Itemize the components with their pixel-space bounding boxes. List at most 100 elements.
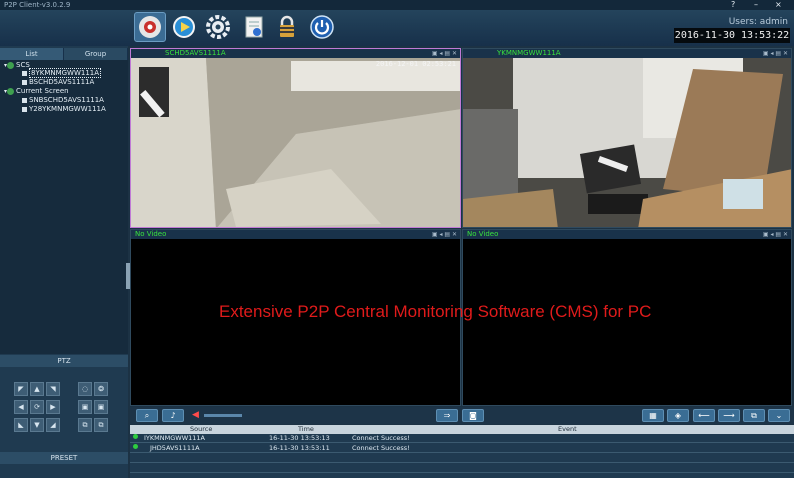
power-icon — [310, 15, 334, 39]
lock-icon — [280, 15, 294, 37]
video-toolbar-icons[interactable]: ▣ ◂ ▤ ✕ — [432, 50, 457, 57]
video-title: SCHD5AVS1111A — [131, 49, 460, 58]
cell-time: 16-11-30 13:53:13 — [269, 434, 330, 442]
video-frame-2 — [463, 58, 791, 227]
status-dot — [133, 434, 138, 439]
camera-icon — [22, 79, 27, 85]
talk-button[interactable]: ♪ — [162, 409, 184, 422]
tree-item[interactable]: SNBSCHD5AVS1111A — [22, 96, 104, 105]
tab-list[interactable]: List — [0, 48, 64, 60]
speaker-icon[interactable]: ◀ — [192, 410, 199, 420]
device-panel: List Group ▾ SCS 8YKMNMGWW111A BSCHD5AVS1… — [0, 46, 128, 478]
help-button[interactable]: ? — [731, 0, 735, 9]
chevron-down-icon: ⌄ — [775, 411, 783, 420]
ptz-up-button[interactable]: ▲ — [30, 382, 44, 396]
record-button[interactable]: ⇒ — [436, 409, 458, 422]
column-header-source: Source — [190, 425, 213, 433]
globe-icon — [7, 87, 15, 95]
column-header-event: Event — [558, 425, 577, 433]
cell-source: IYKMNMGWW111A — [144, 434, 205, 442]
camera-icon — [22, 70, 27, 76]
next-page-button[interactable]: ⟶ — [718, 409, 740, 422]
tree-group-current-screen[interactable]: ▾ Current Screen — [4, 87, 69, 96]
video-title: No Video — [463, 230, 791, 239]
camera-icon — [139, 16, 161, 38]
search-button[interactable]: ⌕ — [136, 409, 158, 422]
video-title: No Video — [131, 230, 460, 239]
table-header: Source Time Event — [130, 425, 794, 434]
ptz-down-button[interactable]: ▼ — [30, 418, 44, 432]
tree-item[interactable]: Y28YKMNMGWW111A — [22, 105, 106, 114]
grid-icon: ▦ — [649, 411, 657, 420]
camera-icon — [22, 106, 27, 112]
search-icon: ⌕ — [144, 411, 150, 420]
video-channel-2[interactable]: YKMNMGWW111A ▣ ◂ ▤ ✕ — [462, 48, 792, 228]
arrow-left-icon: ⟵ — [698, 411, 710, 420]
zoom-out-button[interactable]: ❂ — [94, 382, 108, 396]
promo-overlay-text: Extensive P2P Central Monitoring Softwar… — [219, 302, 652, 321]
logout-button[interactable] — [308, 13, 336, 41]
tree-item[interactable]: BSCHD5AVS1111A — [22, 78, 94, 87]
iris-close-button[interactable]: ⧉ — [94, 418, 108, 432]
camera-icon: ◙ — [469, 411, 477, 420]
app-title: P2P Client-v3.0.2.9 — [4, 1, 71, 9]
ptz-center-button[interactable]: ⟳ — [30, 400, 44, 414]
preset-header[interactable]: PRESET — [0, 452, 128, 464]
title-bar: P2P Client-v3.0.2.9 ? – × — [0, 0, 794, 10]
microphone-icon: ♪ — [170, 411, 176, 420]
settings-button[interactable] — [204, 13, 232, 41]
ptz-up-left-button[interactable]: ◤ — [14, 382, 28, 396]
video-toolbar-icons[interactable]: ▣ ◂ ▤ ✕ — [432, 231, 457, 238]
ptz-up-right-button[interactable]: ◥ — [46, 382, 60, 396]
tree-item[interactable]: 8YKMNMGWW111A — [22, 68, 102, 78]
video-frame-1 — [131, 58, 460, 227]
document-icon — [245, 16, 263, 38]
switch-window-button[interactable]: ⧉ — [743, 409, 765, 422]
live-view-button[interactable] — [134, 12, 166, 42]
video-control-bar: ⌕ ♪ ◀ ⇒ ◙ ▦ ◈ ⟵ ⟶ ⧉ ⌄ — [130, 407, 794, 424]
ptz-down-right-button[interactable]: ◢ — [46, 418, 60, 432]
cell-event: Connect Success! — [352, 444, 410, 452]
video-timestamp: 2016-12-01 02:53:21 — [375, 60, 456, 68]
previous-page-button[interactable]: ⟵ — [693, 409, 715, 422]
lock-button[interactable] — [273, 13, 301, 41]
arrow-right-icon: ⟶ — [723, 411, 735, 420]
globe-icon — [7, 61, 15, 69]
logs-button[interactable] — [240, 13, 268, 41]
minimize-button[interactable]: – — [754, 0, 758, 9]
video-toolbar-icons[interactable]: ▣ ◂ ▤ ✕ — [763, 231, 788, 238]
current-user-label: Users: admin — [728, 17, 788, 27]
video-toolbar-icons[interactable]: ▣ ◂ ▤ ✕ — [763, 50, 788, 57]
gear-icon — [206, 15, 230, 39]
expand-panel-button[interactable]: ⌄ — [768, 409, 790, 422]
iris-open-button[interactable]: ⧉ — [78, 418, 92, 432]
snapshot-button[interactable]: ◙ — [462, 409, 484, 422]
volume-slider[interactable] — [204, 414, 242, 417]
datetime-display: 2016-11-30 13:53:22 — [674, 28, 790, 43]
zoom-in-button[interactable]: ◌ — [78, 382, 92, 396]
camera-icon — [22, 97, 27, 103]
ptz-header[interactable]: PTZ — [0, 355, 128, 367]
play-icon — [173, 16, 195, 38]
table-row[interactable]: IYKMNMGWW111A 16-11-30 13:53:13 Connect … — [130, 434, 794, 443]
focus-near-button[interactable]: ▣ — [78, 400, 92, 414]
table-row[interactable]: JHD5AVS1111A 16-11-30 13:53:11 Connect S… — [130, 444, 794, 453]
close-button[interactable]: × — [775, 0, 782, 9]
ptz-left-button[interactable]: ◀ — [14, 400, 28, 414]
video-channel-1[interactable]: SCHD5AVS1111A ▣ ◂ ▤ ✕ 2016-12-01 02:53:2… — [130, 48, 461, 228]
cell-time: 16-11-30 13:53:11 — [269, 444, 330, 452]
fullscreen-button[interactable]: ◈ — [667, 409, 689, 422]
playback-button[interactable] — [170, 13, 198, 41]
record-icon: ⇒ — [443, 411, 451, 420]
table-row[interactable] — [130, 454, 794, 463]
ptz-down-left-button[interactable]: ◣ — [14, 418, 28, 432]
table-row[interactable] — [130, 464, 794, 473]
column-header-time: Time — [298, 425, 314, 433]
cell-event: Connect Success! — [352, 434, 410, 442]
focus-far-button[interactable]: ▣ — [94, 400, 108, 414]
ptz-right-button[interactable]: ▶ — [46, 400, 60, 414]
event-log-table: Source Time Event IYKMNMGWW111A 16-11-30… — [130, 425, 794, 478]
tab-group[interactable]: Group — [64, 48, 128, 60]
layout-grid-button[interactable]: ▦ — [642, 409, 664, 422]
device-tree: ▾ SCS 8YKMNMGWW111A BSCHD5AVS1111A ▾ Curre… — [0, 60, 128, 354]
